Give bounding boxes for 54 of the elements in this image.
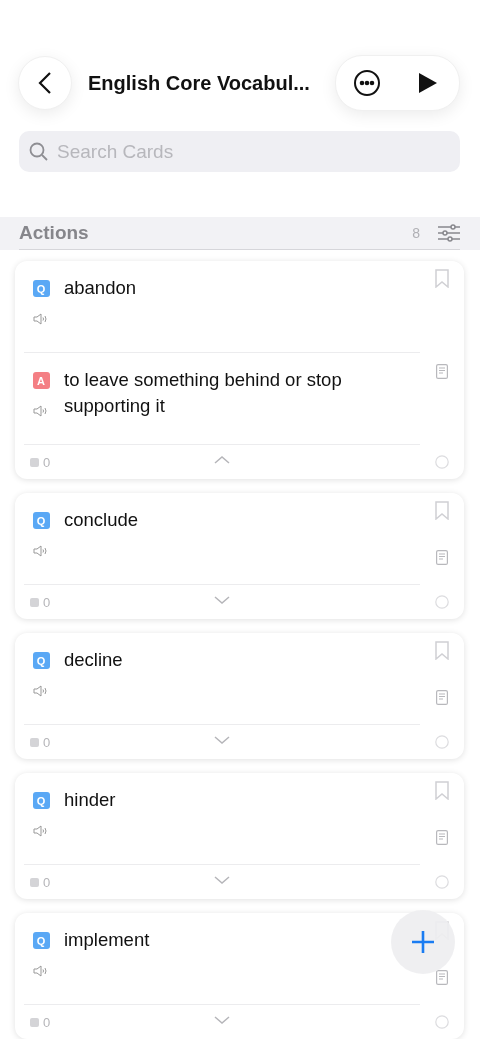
question-text: implement: [64, 928, 151, 952]
speaker-icon[interactable]: [33, 825, 49, 837]
circle-icon[interactable]: [435, 735, 449, 749]
speaker-icon[interactable]: [33, 965, 49, 977]
note-icon[interactable]: [436, 550, 448, 565]
answer-badge: A: [32, 372, 50, 389]
plus-icon: [411, 930, 435, 954]
question-badge: Q: [32, 652, 50, 669]
expand-chevron-icon[interactable]: [214, 595, 230, 607]
question-text: abandon: [64, 276, 138, 300]
review-count: 0: [43, 594, 51, 610]
note-icon[interactable]: [436, 830, 448, 845]
expand-chevron-icon[interactable]: [214, 875, 230, 887]
bookmark-icon[interactable]: [435, 501, 449, 520]
expand-chevron-icon[interactable]: [214, 1015, 230, 1027]
square-icon: [30, 737, 39, 747]
question-badge: Q: [32, 512, 50, 529]
card-count: 8: [412, 225, 420, 241]
note-icon[interactable]: [436, 690, 448, 705]
square-icon: [30, 597, 39, 607]
review-count: 0: [43, 454, 51, 470]
review-count: 0: [43, 1014, 51, 1030]
collapse-chevron-icon[interactable]: [214, 455, 230, 467]
question-badge: Q: [32, 792, 50, 809]
review-count: 0: [43, 874, 51, 890]
question-text: conclude: [64, 508, 140, 532]
section-title: Actions: [19, 222, 90, 244]
square-icon: [30, 457, 39, 467]
speaker-icon[interactable]: [33, 545, 49, 557]
deck-title: English Core Vocabul...: [88, 71, 311, 95]
question-text: decline: [64, 648, 124, 672]
search-field[interactable]: Search Cards: [19, 131, 460, 172]
question-badge: Q: [32, 932, 50, 949]
bookmark-icon[interactable]: [435, 641, 449, 660]
answer-text: to leave something behind or stop supporting it: [64, 368, 343, 418]
question-text: hinder: [64, 788, 117, 812]
circle-icon[interactable]: [435, 1015, 449, 1029]
circle-icon[interactable]: [435, 455, 449, 469]
speaker-icon[interactable]: [33, 405, 49, 417]
square-icon: [30, 877, 39, 887]
search-icon: [29, 142, 48, 161]
circle-icon[interactable]: [435, 875, 449, 889]
circle-icon[interactable]: [435, 595, 449, 609]
review-count: 0: [43, 734, 51, 750]
square-icon: [30, 1017, 39, 1027]
speaker-icon[interactable]: [33, 313, 49, 325]
bookmark-icon[interactable]: [435, 269, 449, 288]
speaker-icon[interactable]: [33, 685, 49, 697]
bookmark-icon[interactable]: [435, 781, 449, 800]
note-icon[interactable]: [436, 364, 448, 379]
expand-chevron-icon[interactable]: [214, 735, 230, 747]
question-badge: Q: [32, 280, 50, 297]
filter-sliders-icon[interactable]: [438, 224, 460, 242]
note-icon[interactable]: [436, 970, 448, 985]
